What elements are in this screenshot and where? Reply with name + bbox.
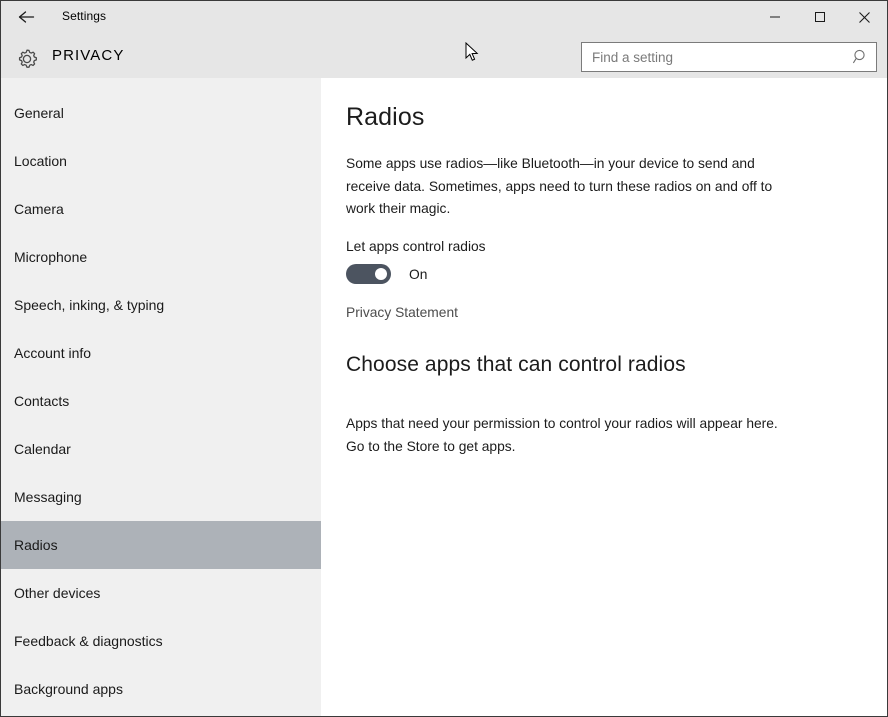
sidebar-item-contacts[interactable]: Contacts [1, 377, 321, 425]
sidebar-item-label: Microphone [14, 249, 87, 265]
sidebar-item-calendar[interactable]: Calendar [1, 425, 321, 473]
window-header: Settings [1, 1, 887, 78]
sidebar-nav-list: General Location Camera Microphone Speec… [1, 89, 321, 713]
sidebar-item-speech-inking-typing[interactable]: Speech, inking, & typing [1, 281, 321, 329]
toggle-setting-row: On [346, 264, 427, 284]
sidebar-item-messaging[interactable]: Messaging [1, 473, 321, 521]
sidebar-item-label: Feedback & diagnostics [14, 633, 163, 649]
content-subtitle-description: Apps that need your permission to contro… [346, 413, 796, 458]
sidebar-item-other-devices[interactable]: Other devices [1, 569, 321, 617]
sidebar-item-label: Calendar [14, 441, 71, 457]
sidebar-item-radios[interactable]: Radios [1, 521, 321, 569]
privacy-statement-link[interactable]: Privacy Statement [346, 305, 458, 320]
let-apps-control-radios-toggle[interactable] [346, 264, 391, 284]
content-pane: Radios Some apps use radios—like Bluetoo… [322, 78, 887, 716]
sidebar-item-location[interactable]: Location [1, 137, 321, 185]
page-title: PRIVACY [52, 47, 124, 64]
sidebar-item-label: Speech, inking, & typing [14, 297, 164, 313]
sidebar-item-background-apps[interactable]: Background apps [1, 665, 321, 713]
window-title: Settings [62, 8, 106, 24]
sidebar-item-general[interactable]: General [1, 89, 321, 137]
gear-icon [12, 44, 42, 74]
toggle-setting-label: Let apps control radios [346, 239, 486, 254]
caption-buttons [752, 1, 887, 33]
sidebar-item-label: Messaging [14, 489, 82, 505]
sidebar-item-microphone[interactable]: Microphone [1, 233, 321, 281]
close-icon [858, 11, 871, 24]
title-bar: Settings [1, 1, 887, 33]
content-subtitle: Choose apps that can control radios [346, 353, 686, 377]
sidebar-item-feedback-diagnostics[interactable]: Feedback & diagnostics [1, 617, 321, 665]
sidebar-item-label: Camera [14, 201, 64, 217]
maximize-icon [814, 11, 826, 23]
toggle-knob [375, 268, 387, 280]
content-description: Some apps use radios—like Bluetooth—in y… [346, 153, 794, 221]
sidebar-item-label: Location [14, 153, 67, 169]
content-title: Radios [346, 103, 424, 132]
sidebar-item-label: Contacts [14, 393, 69, 409]
minimize-button[interactable] [752, 1, 797, 33]
sidebar-item-label: Background apps [14, 681, 123, 697]
back-button[interactable] [9, 3, 45, 31]
sidebar: General Location Camera Microphone Speec… [1, 78, 321, 716]
minimize-icon [769, 11, 781, 23]
close-button[interactable] [842, 1, 887, 33]
maximize-button[interactable] [797, 1, 842, 33]
settings-window: Settings [0, 0, 888, 717]
sidebar-item-camera[interactable]: Camera [1, 185, 321, 233]
sidebar-item-account-info[interactable]: Account info [1, 329, 321, 377]
search-input[interactable] [582, 43, 844, 71]
sidebar-item-label: General [14, 105, 64, 121]
sidebar-item-label: Other devices [14, 585, 100, 601]
sidebar-item-label: Radios [14, 537, 58, 553]
search-icon [852, 48, 870, 66]
back-arrow-icon [17, 9, 37, 25]
search-box[interactable] [581, 42, 877, 72]
toggle-state-label: On [409, 267, 427, 282]
sidebar-item-label: Account info [14, 345, 91, 361]
